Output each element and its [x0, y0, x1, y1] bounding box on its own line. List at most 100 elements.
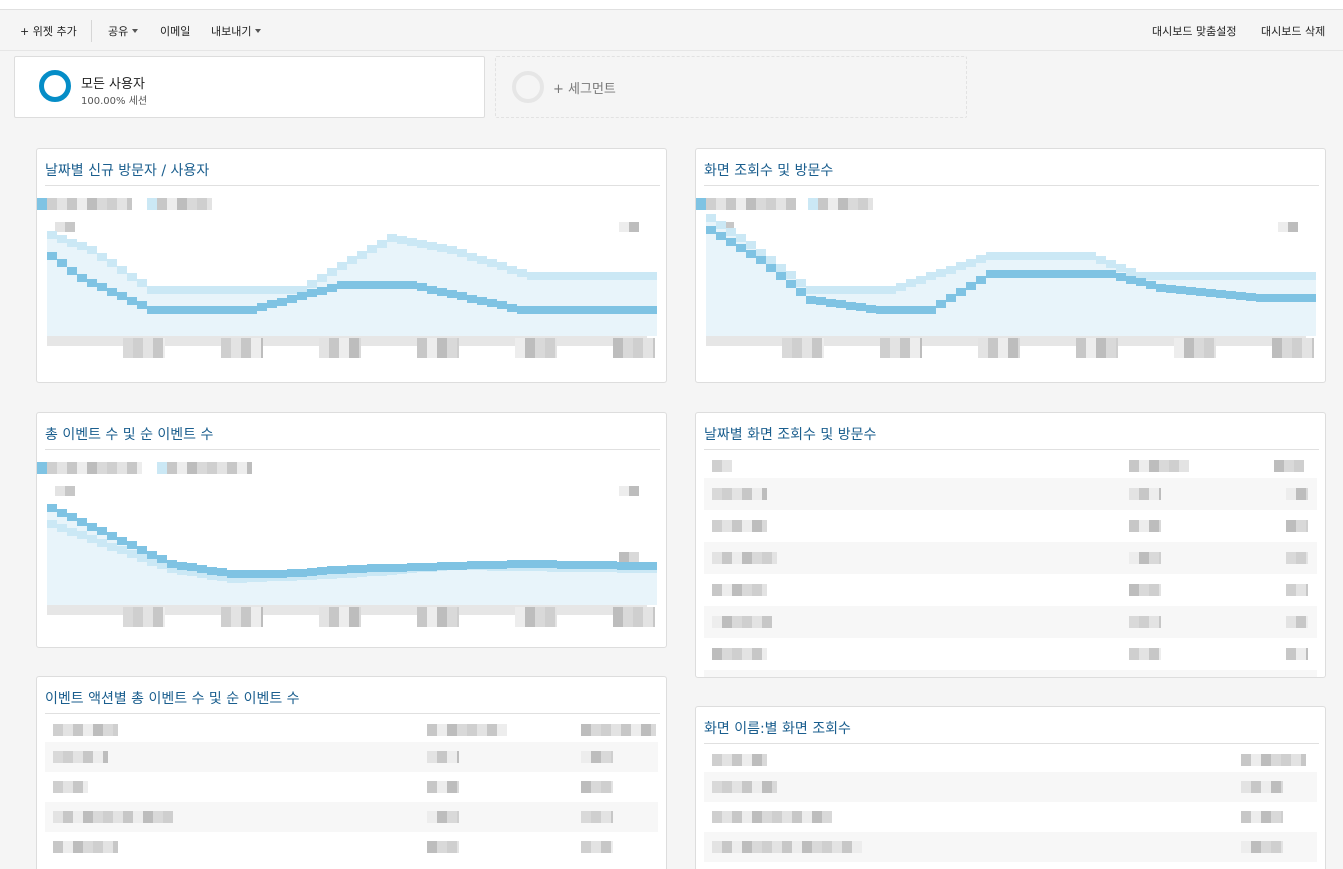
widget-title[interactable]: 날짜별 화면 조회수 및 방문수: [704, 424, 876, 444]
delete-dashboard-button[interactable]: 대시보드 삭제: [1261, 23, 1325, 39]
widget-title[interactable]: 총 이벤트 수 및 순 이벤트 수: [45, 424, 213, 444]
table-row[interactable]: [704, 542, 1317, 574]
primary-series-point: [407, 281, 417, 289]
secondary-series-point: [337, 262, 347, 270]
secondary-series-point: [786, 271, 796, 279]
secondary-series-point: [187, 286, 197, 294]
table-row[interactable]: [704, 802, 1317, 832]
secondary-series-point: [1266, 272, 1276, 280]
redacted-text: [1139, 520, 1149, 532]
add-widget-button[interactable]: + 위젯 추가: [20, 23, 77, 39]
table-row[interactable]: [45, 742, 658, 772]
widget-title[interactable]: 화면 조회수 및 방문수: [704, 160, 833, 180]
redacted-text: [1129, 616, 1139, 628]
redacted-text: [427, 781, 437, 793]
share-menu-button[interactable]: 공유: [108, 23, 139, 39]
secondary-series-point: [277, 286, 287, 294]
redacted-text: [643, 607, 653, 627]
legend-key: [696, 198, 706, 210]
redacted-text: [900, 338, 910, 358]
chart-area: [487, 259, 497, 336]
primary-series-point: [317, 287, 327, 295]
secondary-series-point: [1056, 252, 1066, 260]
primary-series-point: [816, 297, 826, 305]
table-row[interactable]: [704, 574, 1317, 606]
table-row[interactable]: [45, 832, 658, 862]
redacted-text: [1286, 520, 1296, 532]
redacted-text: [722, 552, 732, 564]
secondary-series-point: [1236, 272, 1246, 280]
chart-area: [1296, 272, 1306, 336]
export-menu-button[interactable]: 내보내기: [211, 23, 262, 39]
redacted-text: [1286, 552, 1296, 564]
primary-series-point: [1036, 270, 1046, 278]
redacted-text: [515, 338, 525, 358]
primary-series-point: [1026, 270, 1036, 278]
primary-series-point: [1086, 270, 1096, 278]
secondary-series-point: [637, 272, 647, 280]
redacted-text: [1296, 552, 1306, 564]
secondary-series-point: [1116, 264, 1126, 272]
secondary-series-point: [147, 558, 157, 566]
table-row[interactable]: [704, 606, 1317, 638]
redacted-text: [73, 781, 83, 793]
redacted-text: [1139, 460, 1149, 472]
primary-series-point: [547, 560, 557, 568]
redacted-text: [629, 486, 639, 496]
redacted-text: [73, 811, 83, 823]
add-segment-slot[interactable]: + 세그먼트: [495, 56, 967, 118]
secondary-series-point: [806, 286, 816, 294]
table-row[interactable]: [704, 670, 1317, 677]
secondary-series-point: [97, 253, 107, 261]
redacted-text: [55, 486, 65, 496]
primary-series-point: [87, 523, 97, 531]
table-row[interactable]: [704, 478, 1317, 510]
primary-series-point: [187, 563, 197, 571]
email-button[interactable]: 이메일: [160, 23, 190, 39]
redacted-text: [998, 338, 1008, 358]
chart-area: [996, 252, 1006, 336]
table-row[interactable]: [45, 772, 658, 802]
secondary-series-point: [407, 238, 417, 246]
chart-area: [87, 246, 97, 336]
primary-series-point: [527, 306, 537, 314]
redacted-text: [545, 607, 555, 627]
redacted-text: [772, 781, 777, 793]
secondary-series-point: [1256, 272, 1266, 280]
widget-pageviews-by-screen: 화면 이름:별 화면 조회수: [695, 706, 1326, 869]
redacted-text: [427, 751, 437, 763]
segment-all-users[interactable]: 모든 사용자 100.00% 세션: [14, 56, 485, 118]
redacted-text: [113, 724, 118, 736]
primary-series-point: [926, 306, 936, 314]
primary-series-point: [627, 306, 637, 314]
primary-series-point: [1246, 293, 1256, 301]
empty-segment-ring-icon: [512, 71, 544, 103]
table-row[interactable]: [704, 832, 1317, 862]
primary-series-point: [557, 561, 567, 569]
primary-series-point: [1056, 270, 1066, 278]
primary-series-point: [1116, 273, 1126, 281]
secondary-series-point: [1296, 272, 1306, 280]
table-redacted: [37, 714, 666, 869]
widget-title[interactable]: 화면 이름:별 화면 조회수: [704, 718, 851, 738]
redacted-text: [752, 488, 762, 500]
table-row[interactable]: [704, 510, 1317, 542]
widget-title[interactable]: 날짜별 신규 방문자 / 사용자: [45, 160, 209, 180]
dashboard-toolbar: + 위젯 추가 공유 이메일 내보내기 대시보드 맞춤설정 대시보드 삭제: [0, 11, 1343, 51]
redacted-text: [207, 198, 212, 210]
redacted-text: [143, 811, 153, 823]
table-row[interactable]: [704, 638, 1317, 670]
table-row[interactable]: [45, 802, 658, 832]
redacted-text: [1139, 616, 1149, 628]
widget-title[interactable]: 이벤트 액션별 총 이벤트 수 및 순 이벤트 수: [45, 688, 300, 708]
table-row[interactable]: [704, 862, 1317, 869]
chart-area: [1096, 256, 1106, 336]
table-row[interactable]: [704, 772, 1317, 802]
primary-series-point: [786, 280, 796, 288]
customize-dashboard-button[interactable]: 대시보드 맞춤설정: [1152, 23, 1236, 39]
redacted-text: [1159, 552, 1161, 564]
primary-series-point: [107, 532, 117, 540]
primary-series-point: [1266, 294, 1276, 302]
chart-area: [1036, 252, 1046, 336]
legend-key: [37, 462, 47, 474]
